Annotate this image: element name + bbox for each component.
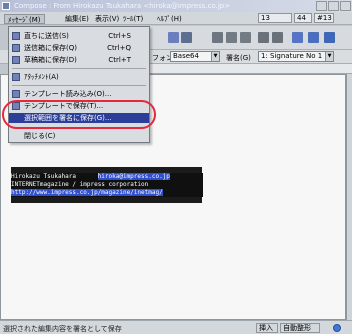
indent-icon[interactable] — [272, 32, 283, 43]
menu-save-outbox[interactable]: 送信箱に保存(Q) Ctrl+Q — [9, 43, 149, 53]
font-select-value: Base64 — [173, 52, 199, 60]
menu-help[interactable]: ﾍﾙﾌﾟ(H) — [154, 14, 185, 24]
attachment-icon — [12, 73, 20, 81]
link-icon[interactable] — [308, 32, 319, 43]
signature-divider-bottom — [11, 197, 202, 203]
menu-send-now[interactable]: 直ちに送信(S) Ctrl+S — [9, 31, 149, 41]
template-icon — [12, 90, 20, 98]
line-col-3: #13 — [314, 13, 334, 23]
menubar: ﾒｯｾｰｼﾞ(M) 編集(E) 表示(V) ﾂｰﾙ(T) ﾍﾙﾌﾟ(H) 13 … — [0, 12, 352, 25]
draft-icon — [12, 56, 20, 64]
maximize-button[interactable] — [328, 1, 339, 11]
signature-email: hiroka@impress.co.jp — [97, 173, 170, 180]
signature-icon[interactable] — [292, 32, 303, 43]
status-insert: 挿入 — [256, 323, 278, 333]
status-autoformat: 自動整形 — [280, 323, 320, 333]
menu-tools[interactable]: ﾂｰﾙ(T) — [120, 14, 146, 24]
copy-icon[interactable] — [168, 32, 179, 43]
status-bar: 選択された編集内容を署名として保存 挿入 自動整形 — [0, 320, 352, 334]
menu-edit[interactable]: 編集(E) — [62, 14, 92, 24]
status-message: 選択された編集内容を署名として保存 — [3, 325, 122, 333]
outbox-icon — [12, 44, 20, 52]
menu-attachment[interactable]: ｱﾀｯﾁﾒﾝﾄ(A) — [9, 72, 149, 82]
paste-icon[interactable] — [181, 32, 192, 43]
main-toolbar — [150, 26, 352, 50]
minimize-button[interactable] — [316, 1, 327, 11]
menu-save-draft[interactable]: 草稿箱に保存(D) Ctrl+T — [9, 55, 149, 65]
close-button[interactable] — [340, 1, 351, 11]
align-right-icon[interactable] — [240, 32, 251, 43]
menu-load-template[interactable]: テンプレート読み込み(O)... — [9, 89, 149, 99]
app-icon[interactable] — [2, 2, 10, 10]
font-select[interactable]: Base64 ▼ — [170, 51, 220, 62]
list-icon[interactable] — [258, 32, 269, 43]
align-center-icon[interactable] — [226, 32, 237, 43]
signature-label: 署名(G) — [226, 54, 251, 62]
menu-message[interactable]: ﾒｯｾｰｼﾞ(M) — [4, 14, 45, 24]
signature-url: http://www.impress.co.jp/magazine/inetma… — [11, 189, 163, 196]
vertical-scrollbar[interactable] — [346, 74, 352, 320]
online-status-icon — [333, 324, 341, 332]
attach-icon[interactable] — [324, 32, 335, 43]
signature-select[interactable]: 1: Signature No 1 ▼ — [258, 51, 334, 62]
align-left-icon[interactable] — [212, 32, 223, 43]
chevron-down-icon[interactable]: ▼ — [211, 52, 219, 61]
signature-line-3: http://www.impress.co.jp/magazine/inetma… — [11, 189, 203, 197]
menu-close[interactable]: 閉じる(C) — [9, 131, 149, 141]
chevron-down-icon[interactable]: ▼ — [325, 52, 333, 61]
window-title: Compose : From Hirokazu Tsukahara <hirok… — [14, 2, 231, 10]
menu-view[interactable]: 表示(V) — [92, 14, 122, 24]
signature-line-1: Hirokazu Tsukahara hiroka@impress.co.jp — [11, 173, 203, 181]
line-col-1: 13 — [258, 13, 292, 23]
send-icon — [12, 32, 20, 40]
menu-separator — [12, 85, 146, 86]
line-col-2: 44 — [294, 13, 312, 23]
highlight-annotation-oval — [2, 100, 156, 129]
signature-line-2: INTERNETmagazine / impress corporation — [11, 181, 203, 189]
menu-separator — [12, 68, 146, 69]
window-titlebar: Compose : From Hirokazu Tsukahara <hirok… — [0, 0, 352, 12]
signature-name: Hirokazu Tsukahara — [11, 173, 77, 180]
ruler — [150, 64, 352, 74]
signature-select-value: 1: Signature No 1 — [261, 52, 323, 60]
